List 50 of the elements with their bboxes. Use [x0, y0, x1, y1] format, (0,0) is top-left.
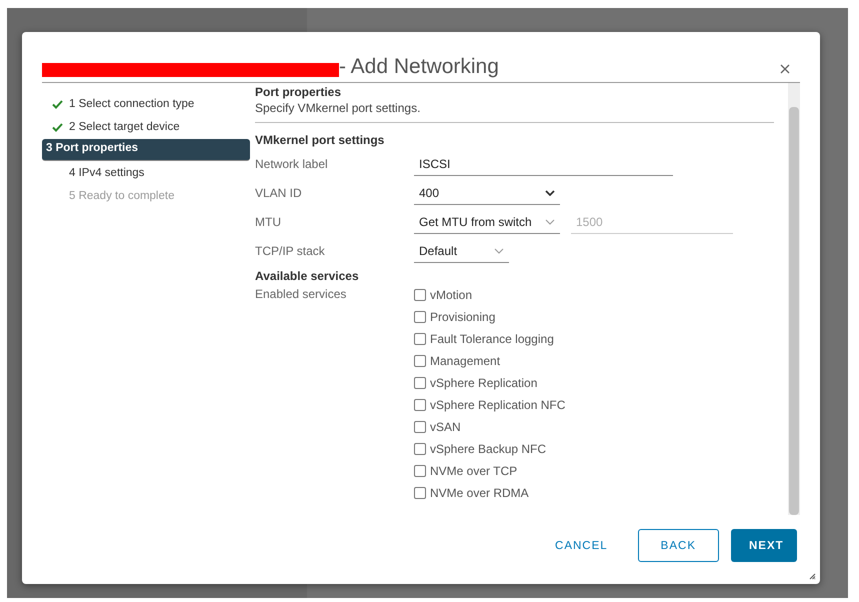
- service-checkbox[interactable]: vSphere Backup NFC: [414, 441, 566, 457]
- checkbox[interactable]: [414, 443, 426, 455]
- service-checkbox[interactable]: Provisioning: [414, 309, 566, 325]
- wizard-step[interactable]: 3 Port properties: [42, 139, 250, 161]
- page-title: Port properties: [255, 85, 342, 99]
- wizard-step[interactable]: 2 Select target device: [42, 116, 238, 138]
- section-title: VMkernel port settings: [255, 133, 386, 147]
- chevron-down-icon: [545, 219, 555, 225]
- section-title: Available services: [255, 269, 360, 283]
- dropdown[interactable]: Default: [414, 244, 509, 263]
- field-label: Enabled services: [255, 287, 348, 303]
- service-checkbox[interactable]: vSphere Replication NFC: [414, 397, 566, 413]
- dropdown[interactable]: Get MTU from switch: [414, 215, 560, 234]
- service-checkbox[interactable]: vMotion: [414, 287, 566, 303]
- service-checkbox[interactable]: Fault Tolerance logging: [414, 331, 566, 347]
- chevron-down-icon: [494, 248, 504, 254]
- scrollbar[interactable]: [788, 83, 800, 515]
- service-checkbox[interactable]: vSAN: [414, 419, 566, 435]
- service-checkbox[interactable]: vSphere Replication: [414, 375, 566, 391]
- field-label: Network label: [255, 157, 329, 173]
- checkbox[interactable]: [414, 289, 426, 301]
- chevron-down-icon: [545, 190, 555, 196]
- checkbox[interactable]: [414, 421, 426, 433]
- checkmark-icon: [52, 100, 63, 108]
- resize-grip-icon: [809, 573, 816, 580]
- service-checkbox[interactable]: Management: [414, 353, 566, 369]
- checkbox[interactable]: [414, 487, 426, 499]
- checkbox[interactable]: [414, 377, 426, 389]
- dialog-title: - Add Networking: [339, 55, 499, 79]
- checkbox[interactable]: [414, 355, 426, 367]
- page-description: Specify VMkernel port settings.: [255, 99, 774, 123]
- close-button[interactable]: [778, 62, 792, 76]
- field-label: TCP/IP stack: [255, 244, 326, 260]
- back-button[interactable]: BACK: [638, 529, 719, 562]
- service-checkbox[interactable]: NVMe over RDMA: [414, 485, 566, 501]
- next-button[interactable]: NEXT: [731, 529, 797, 562]
- checkmark-icon: [52, 122, 63, 132]
- service-checkbox[interactable]: NVMe over TCP: [414, 463, 566, 479]
- wizard-step[interactable]: 1 Select connection type: [42, 93, 238, 115]
- checkbox[interactable]: [414, 399, 426, 411]
- close-icon: [780, 64, 790, 74]
- field-label: MTU: [255, 215, 282, 231]
- text-field[interactable]: ISCSI: [414, 157, 673, 176]
- checkbox[interactable]: [414, 465, 426, 477]
- checkbox[interactable]: [414, 311, 426, 323]
- field-label: VLAN ID: [255, 186, 303, 202]
- cancel-button[interactable]: CANCEL: [537, 529, 626, 562]
- dropdown[interactable]: 400: [414, 186, 560, 205]
- checkbox[interactable]: [414, 333, 426, 345]
- wizard-step[interactable]: 4 IPv4 settings: [42, 162, 238, 184]
